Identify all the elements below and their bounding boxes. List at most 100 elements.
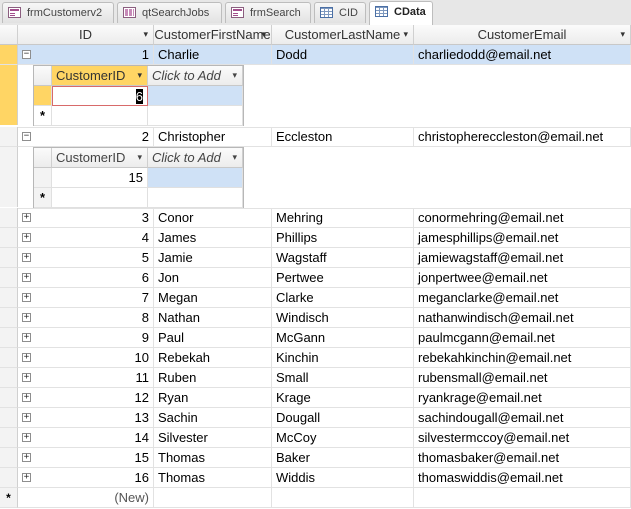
cell-email[interactable]: christophereccleston@email.net — [414, 127, 631, 147]
cell-lastname[interactable]: McGann — [272, 328, 414, 348]
table-row[interactable]: +8 Nathan Windisch nathanwindisch@email.net — [0, 308, 631, 328]
cell-firstname[interactable]: Rebekah — [154, 348, 272, 368]
subcolumn-header-customerid[interactable]: CustomerID ▾ — [52, 148, 148, 168]
cell-lastname[interactable]: Dodd — [272, 45, 414, 65]
cell-firstname[interactable]: Nathan — [154, 308, 272, 328]
record-selector[interactable] — [0, 368, 18, 388]
cell-id[interactable]: +8 — [18, 308, 154, 328]
cell-firstname[interactable]: Ruben — [154, 368, 272, 388]
table-row[interactable]: +5 Jamie Wagstaff jamiewagstaff@email.net — [0, 248, 631, 268]
cell-lastname[interactable]: Widdis — [272, 468, 414, 488]
column-header-id[interactable]: ID ▾ — [18, 25, 154, 45]
expand-icon[interactable]: + — [22, 433, 31, 442]
record-selector[interactable] — [0, 127, 18, 147]
cell-firstname[interactable]: Sachin — [154, 408, 272, 428]
subcolumn-header-customerid[interactable]: CustomerID ▾ — [52, 66, 148, 86]
cell-id[interactable]: +11 — [18, 368, 154, 388]
dropdown-arrow-icon[interactable]: ▾ — [137, 148, 142, 167]
expand-icon[interactable]: + — [22, 233, 31, 242]
cell-id[interactable]: +7 — [18, 288, 154, 308]
dropdown-arrow-icon[interactable]: ▾ — [403, 25, 408, 44]
new-record-row[interactable]: * (New) — [0, 488, 631, 508]
record-selector[interactable] — [0, 308, 18, 328]
dropdown-arrow-icon[interactable]: ▾ — [232, 66, 237, 85]
record-selector[interactable] — [0, 388, 18, 408]
cell-lastname[interactable]: Mehring — [272, 208, 414, 228]
cell-firstname[interactable]: James — [154, 228, 272, 248]
record-selector[interactable] — [0, 268, 18, 288]
expand-icon[interactable]: + — [22, 293, 31, 302]
record-selector[interactable] — [0, 228, 18, 248]
cell-firstname[interactable]: Jamie — [154, 248, 272, 268]
table-row[interactable]: +6 Jon Pertwee jonpertwee@email.net — [0, 268, 631, 288]
cell-firstname[interactable]: Silvester — [154, 428, 272, 448]
subcell-new[interactable] — [52, 188, 148, 208]
record-selector[interactable] — [0, 468, 18, 488]
expand-icon[interactable]: + — [22, 473, 31, 482]
cell-lastname[interactable]: Windisch — [272, 308, 414, 328]
cell-email[interactable]: jonpertwee@email.net — [414, 268, 631, 288]
record-selector[interactable] — [0, 248, 18, 268]
cell-firstname[interactable] — [154, 488, 272, 508]
cell-id[interactable]: −2 — [18, 127, 154, 147]
expand-icon[interactable]: + — [22, 253, 31, 262]
record-selector[interactable] — [0, 348, 18, 368]
cell-lastname[interactable]: Kinchin — [272, 348, 414, 368]
expand-icon[interactable]: + — [22, 413, 31, 422]
cell-lastname[interactable]: Wagstaff — [272, 248, 414, 268]
cell-email[interactable] — [414, 488, 631, 508]
column-header-lastname[interactable]: CustomerLastName ▾ — [272, 25, 414, 45]
record-selector[interactable] — [0, 428, 18, 448]
cell-lastname[interactable]: Krage — [272, 388, 414, 408]
cell-email[interactable]: thomasbaker@email.net — [414, 448, 631, 468]
cell-email[interactable]: silvestermccoy@email.net — [414, 428, 631, 448]
table-row[interactable]: +16 Thomas Widdis thomaswiddis@email.net — [0, 468, 631, 488]
cell-lastname[interactable]: McCoy — [272, 428, 414, 448]
cell-lastname[interactable]: Small — [272, 368, 414, 388]
cell-firstname[interactable]: Christopher — [154, 127, 272, 147]
cell-id-new[interactable]: (New) — [18, 488, 154, 508]
cell-id[interactable]: +14 — [18, 428, 154, 448]
cell-firstname[interactable]: Paul — [154, 328, 272, 348]
table-row[interactable]: +3 Conor Mehring conormehring@email.net — [0, 208, 631, 228]
cell-email[interactable]: ryankrage@email.net — [414, 388, 631, 408]
select-all-corner[interactable] — [34, 148, 52, 168]
table-row[interactable]: +15 Thomas Baker thomasbaker@email.net — [0, 448, 631, 468]
cell-firstname[interactable]: Conor — [154, 208, 272, 228]
table-row[interactable]: −2 Christopher Eccleston christophereccl… — [0, 127, 631, 147]
subcell-new[interactable] — [148, 188, 243, 208]
cell-firstname[interactable]: Megan — [154, 288, 272, 308]
cell-lastname[interactable] — [272, 488, 414, 508]
table-row[interactable]: +7 Megan Clarke meganclarke@email.net — [0, 288, 631, 308]
cell-email[interactable]: conormehring@email.net — [414, 208, 631, 228]
dropdown-arrow-icon[interactable]: ▾ — [137, 66, 142, 85]
subcell-click-to-add[interactable] — [148, 86, 243, 106]
collapse-icon[interactable]: − — [22, 132, 31, 141]
expand-icon[interactable]: + — [22, 373, 31, 382]
dropdown-arrow-icon[interactable]: ▾ — [620, 25, 625, 44]
cell-firstname[interactable]: Jon — [154, 268, 272, 288]
dropdown-arrow-icon[interactable]: ▾ — [143, 25, 148, 44]
cell-id[interactable]: +15 — [18, 448, 154, 468]
record-selector[interactable] — [0, 328, 18, 348]
expand-icon[interactable]: + — [22, 213, 31, 222]
expand-icon[interactable]: + — [22, 393, 31, 402]
table-row[interactable]: −1 Charlie Dodd charliedodd@email.net — [0, 45, 631, 65]
collapse-icon[interactable]: − — [22, 50, 31, 59]
cell-email[interactable]: jamesphillips@email.net — [414, 228, 631, 248]
cell-id[interactable]: +9 — [18, 328, 154, 348]
expand-icon[interactable]: + — [22, 453, 31, 462]
cell-email[interactable]: sachindougall@email.net — [414, 408, 631, 428]
tab-cdata[interactable]: CData — [369, 1, 433, 25]
record-selector[interactable] — [34, 168, 52, 188]
cell-email[interactable]: paulmcgann@email.net — [414, 328, 631, 348]
record-selector[interactable] — [0, 408, 18, 428]
click-to-add-header[interactable]: Click to Add ▾ — [148, 66, 243, 86]
column-header-email[interactable]: CustomerEmail ▾ — [414, 25, 631, 45]
cell-id[interactable]: +12 — [18, 388, 154, 408]
cell-email[interactable]: rubensmall@email.net — [414, 368, 631, 388]
cell-email[interactable]: thomaswiddis@email.net — [414, 468, 631, 488]
cell-id[interactable]: +13 — [18, 408, 154, 428]
cell-firstname[interactable]: Charlie — [154, 45, 272, 65]
subcell-customerid[interactable]: 15 — [52, 168, 148, 188]
